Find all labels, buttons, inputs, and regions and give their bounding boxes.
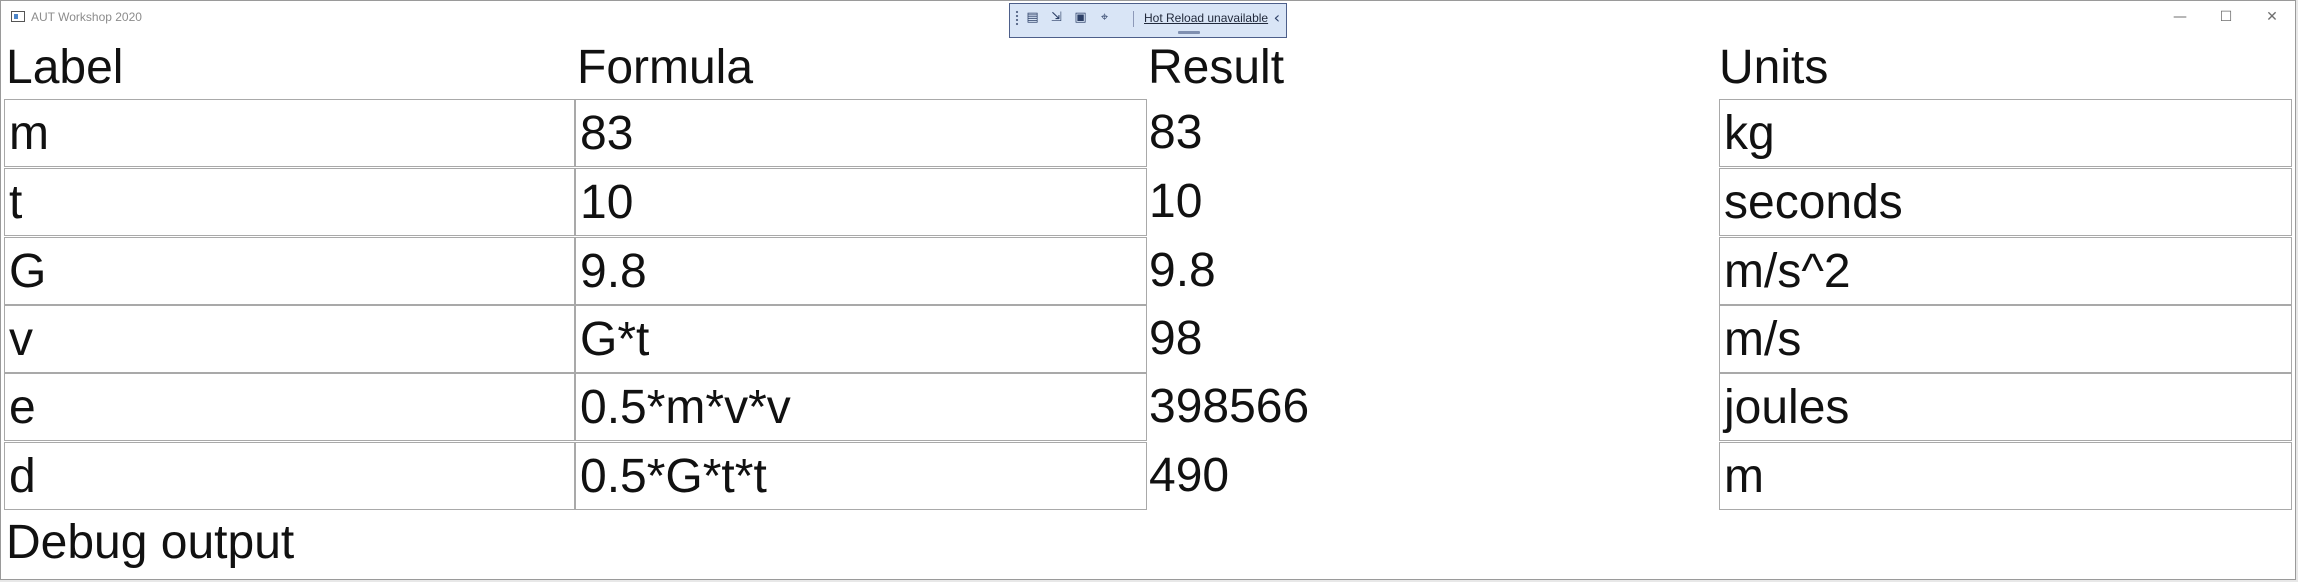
formula-input[interactable]: 83	[575, 99, 1147, 167]
track-focused-element-icon[interactable]: ▣	[1073, 11, 1088, 25]
background-code-editor	[0, 578, 180, 582]
toolbar-drag-handle[interactable]	[1178, 31, 1200, 34]
minimize-button[interactable]: —	[2157, 1, 2203, 33]
select-element-icon[interactable]: ▤	[1025, 11, 1040, 25]
result-value: 9.8	[1149, 244, 1216, 297]
units-input[interactable]: m/s	[1719, 305, 2292, 373]
collapse-icon[interactable]: ‹	[1274, 10, 1280, 26]
live-visual-tree-icon[interactable]: ⌖	[1097, 11, 1112, 25]
result-value: 83	[1149, 106, 1203, 159]
close-icon: ✕	[2266, 9, 2278, 25]
result-value: 10	[1149, 175, 1203, 228]
formula-input[interactable]: 0.5*m*v*v	[575, 373, 1147, 441]
hot-reload-status-link[interactable]: Hot Reload unavailable	[1144, 11, 1268, 25]
toolbar-separator	[1133, 11, 1134, 27]
header-result: Result	[1148, 41, 1285, 94]
units-input[interactable]: kg	[1719, 99, 2292, 167]
formula-input[interactable]: 10	[575, 168, 1147, 236]
label-input[interactable]: e	[4, 373, 575, 441]
units-input[interactable]: joules	[1719, 373, 2292, 441]
toolbar-grip-icon[interactable]	[1015, 10, 1019, 26]
header-units: Units	[1719, 41, 1829, 94]
label-input[interactable]: d	[4, 442, 575, 510]
formula-input[interactable]: 0.5*G*t*t	[575, 442, 1147, 510]
result-value: 398566	[1149, 380, 1310, 433]
result-value: 490	[1149, 449, 1230, 502]
units-input[interactable]: seconds	[1719, 168, 2292, 236]
hot-reload-toolbar: ▤ ⇲ ▣ ⌖ Hot Reload unavailable ‹	[1009, 3, 1287, 38]
units-input[interactable]: m	[1719, 442, 2292, 510]
app-window: AUT Workshop 2020 — ☐ ✕ ▤ ⇲ ▣ ⌖ Hot Relo…	[0, 0, 2296, 580]
app-icon	[11, 11, 25, 22]
maximize-icon: ☐	[2219, 9, 2233, 25]
units-input[interactable]: m/s^2	[1719, 237, 2292, 305]
label-input[interactable]: m	[4, 99, 575, 167]
window-controls: — ☐ ✕	[2157, 1, 2295, 33]
label-input[interactable]: v	[4, 305, 575, 373]
label-input[interactable]: t	[4, 168, 575, 236]
display-layout-adorners-icon[interactable]: ⇲	[1049, 11, 1064, 25]
minimize-icon: —	[2173, 9, 2187, 25]
formula-input[interactable]: G*t	[575, 305, 1147, 373]
formula-input[interactable]: 9.8	[575, 237, 1147, 305]
window-title: AUT Workshop 2020	[31, 10, 142, 24]
header-label: Label	[6, 41, 124, 94]
label-input[interactable]: G	[4, 237, 575, 305]
debug-output-label: Debug output	[6, 516, 295, 569]
close-button[interactable]: ✕	[2249, 1, 2295, 33]
result-value: 98	[1149, 312, 1203, 365]
header-formula: Formula	[577, 41, 754, 94]
maximize-button[interactable]: ☐	[2203, 1, 2249, 33]
